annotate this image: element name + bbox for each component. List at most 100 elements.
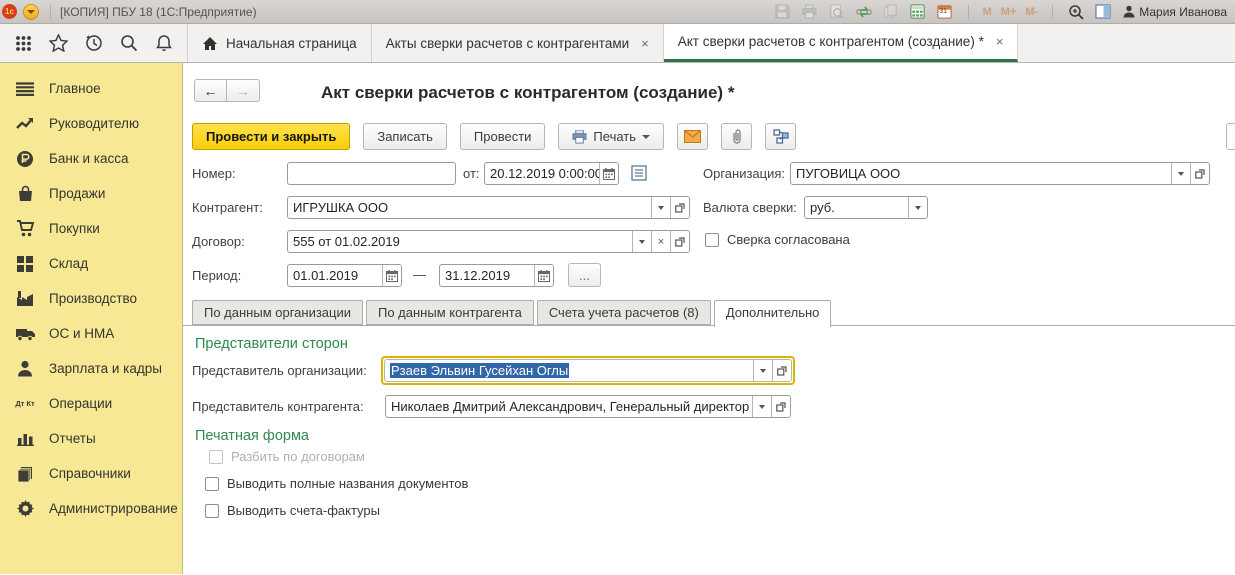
calendar-icon[interactable]: 31 [936, 3, 954, 21]
books-icon [15, 464, 35, 484]
notifications-button[interactable] [146, 24, 181, 62]
history-button[interactable] [76, 24, 111, 62]
reconciliation-approved-checkbox[interactable]: Сверка согласована [705, 232, 850, 247]
tab-act-create[interactable]: Акт сверки расчетов с контрагентом (созд… [664, 24, 1019, 62]
document-list-button[interactable] [630, 164, 648, 182]
sidebar-item-directories[interactable]: Справочники [0, 456, 182, 491]
tab-by-contragent-data[interactable]: По данным контрагента [366, 300, 534, 325]
structure-links-button[interactable] [765, 123, 796, 150]
sidebar-item-warehouse[interactable]: Склад [0, 246, 182, 281]
contract-label: Договор: [192, 234, 245, 249]
calendar-picker-button[interactable] [382, 265, 401, 286]
linked-structure-icon [773, 129, 789, 144]
sidebar-item-operations[interactable]: Дт Кт Операции [0, 386, 182, 421]
close-icon[interactable]: × [641, 36, 649, 51]
post-button[interactable]: Провести [460, 123, 546, 150]
close-icon[interactable]: × [996, 34, 1004, 49]
attachments-button[interactable] [721, 123, 752, 150]
clear-button[interactable]: × [651, 231, 670, 252]
calendar-picker-button[interactable] [599, 163, 618, 184]
sidebar-item-bank-cash[interactable]: Банк и касса [0, 141, 182, 176]
more-actions-button[interactable] [1226, 123, 1235, 150]
split-window-icon[interactable] [1094, 3, 1112, 21]
bell-icon [155, 34, 173, 52]
tab-additional[interactable]: Дополнительно [714, 300, 832, 327]
selected-text: Рзаев Эльвин Гусейхан Оглы [390, 363, 569, 378]
sidebar-item-label: Справочники [49, 466, 131, 481]
dropdown-button[interactable] [651, 197, 670, 218]
sidebar-item-fixed-assets[interactable]: ОС и НМА [0, 316, 182, 351]
full-document-names-checkbox[interactable]: Выводить полные названия документов [205, 476, 468, 491]
favorites-button[interactable] [41, 24, 76, 62]
currency-input[interactable]: руб. [804, 196, 928, 219]
divider [50, 5, 51, 19]
checkbox-icon[interactable] [205, 504, 219, 518]
tab-home[interactable]: Начальная страница [188, 24, 372, 62]
send-email-button[interactable] [677, 123, 708, 150]
open-button[interactable] [1190, 163, 1209, 184]
back-button[interactable]: ← [194, 79, 227, 102]
sidebar-item-reports[interactable]: Отчеты [0, 421, 182, 456]
period-to-input[interactable]: 31.12.2019 [439, 264, 554, 287]
calculator-icon[interactable] [909, 3, 927, 21]
period-from-input[interactable]: 01.01.2019 [287, 264, 402, 287]
number-input[interactable] [287, 162, 456, 185]
contract-input[interactable]: 555 от 01.02.2019 × [287, 230, 690, 253]
search-button[interactable] [111, 24, 146, 62]
sidebar-item-manager[interactable]: Руководителю [0, 106, 182, 141]
open-button[interactable] [771, 396, 790, 417]
printer-icon [572, 130, 587, 144]
sidebar-item-sales[interactable]: Продажи [0, 176, 182, 211]
sidebar-item-administration[interactable]: Администрирование [0, 491, 182, 526]
rep-contragent-input[interactable]: Николаев Дмитрий Александрович, Генераль… [385, 395, 791, 418]
open-button[interactable] [772, 360, 791, 381]
forward-button[interactable]: → [227, 79, 260, 102]
calendar-picker-button[interactable] [534, 265, 553, 286]
dropdown-button[interactable] [752, 396, 771, 417]
grid-menu-icon [15, 35, 32, 52]
dropdown-button[interactable] [1171, 163, 1190, 184]
save-button[interactable]: Записать [363, 123, 447, 150]
period-choice-button[interactable]: ... [568, 263, 601, 287]
dropdown-button[interactable] [632, 231, 651, 252]
rep-organization-input[interactable]: Рзаев Эльвин Гусейхан Оглы [384, 359, 792, 382]
open-button[interactable] [670, 231, 689, 252]
tab-by-organization-data[interactable]: По данным организации [192, 300, 363, 325]
organization-input[interactable]: ПУГОВИЦА ООО [790, 162, 1210, 185]
representatives-section-title: Представители сторон [195, 336, 348, 352]
cart-icon [15, 219, 35, 239]
contract-value: 555 от 01.02.2019 [288, 231, 632, 252]
arrow-left-icon: ← [204, 83, 218, 99]
print-menu-button[interactable]: Печать [558, 123, 664, 150]
current-user[interactable]: Мария Иванова [1123, 5, 1227, 19]
dropdown-button[interactable] [753, 360, 772, 381]
grid-boxes-icon [15, 254, 35, 274]
sidebar-item-salary-hr[interactable]: Зарплата и кадры [0, 351, 182, 386]
open-button[interactable] [670, 197, 689, 218]
functions-menu-button[interactable] [6, 24, 41, 62]
zoom-in-icon[interactable] [1067, 3, 1085, 21]
tab-acts-list[interactable]: Акты сверки расчетов с контрагентами × [372, 24, 664, 62]
main-menu-button[interactable] [23, 4, 39, 20]
checkbox-icon[interactable] [205, 477, 219, 491]
post-and-close-button[interactable]: Провести и закрыть [192, 123, 350, 150]
truck-icon [15, 324, 35, 344]
chevron-down-icon [759, 405, 765, 409]
contragent-input[interactable]: ИГРУШКА ООО [287, 196, 690, 219]
memory-mplus-button: М+ [1001, 6, 1017, 18]
dropdown-button[interactable] [908, 197, 927, 218]
show-invoices-checkbox[interactable]: Выводить счета-фактуры [205, 503, 380, 518]
tab-settlement-accounts[interactable]: Счета учета расчетов (8) [537, 300, 711, 325]
checkbox-icon[interactable] [705, 233, 719, 247]
sidebar-item-main[interactable]: Главное [0, 71, 182, 106]
sidebar-item-purchases[interactable]: Покупки [0, 211, 182, 246]
date-value: 20.12.2019 0:00:00 [485, 163, 599, 184]
sidebar-item-production[interactable]: Производство [0, 281, 182, 316]
document-form: ← → Акт сверки расчетов с контрагентом (… [183, 63, 1235, 574]
envelope-icon [684, 130, 701, 143]
checkbox-label: Выводить счета-фактуры [227, 503, 380, 518]
date-from-label: от: [463, 166, 480, 181]
period-from-value: 01.01.2019 [288, 265, 382, 286]
external-link-icon[interactable] [855, 3, 873, 21]
date-input[interactable]: 20.12.2019 0:00:00 [484, 162, 619, 185]
